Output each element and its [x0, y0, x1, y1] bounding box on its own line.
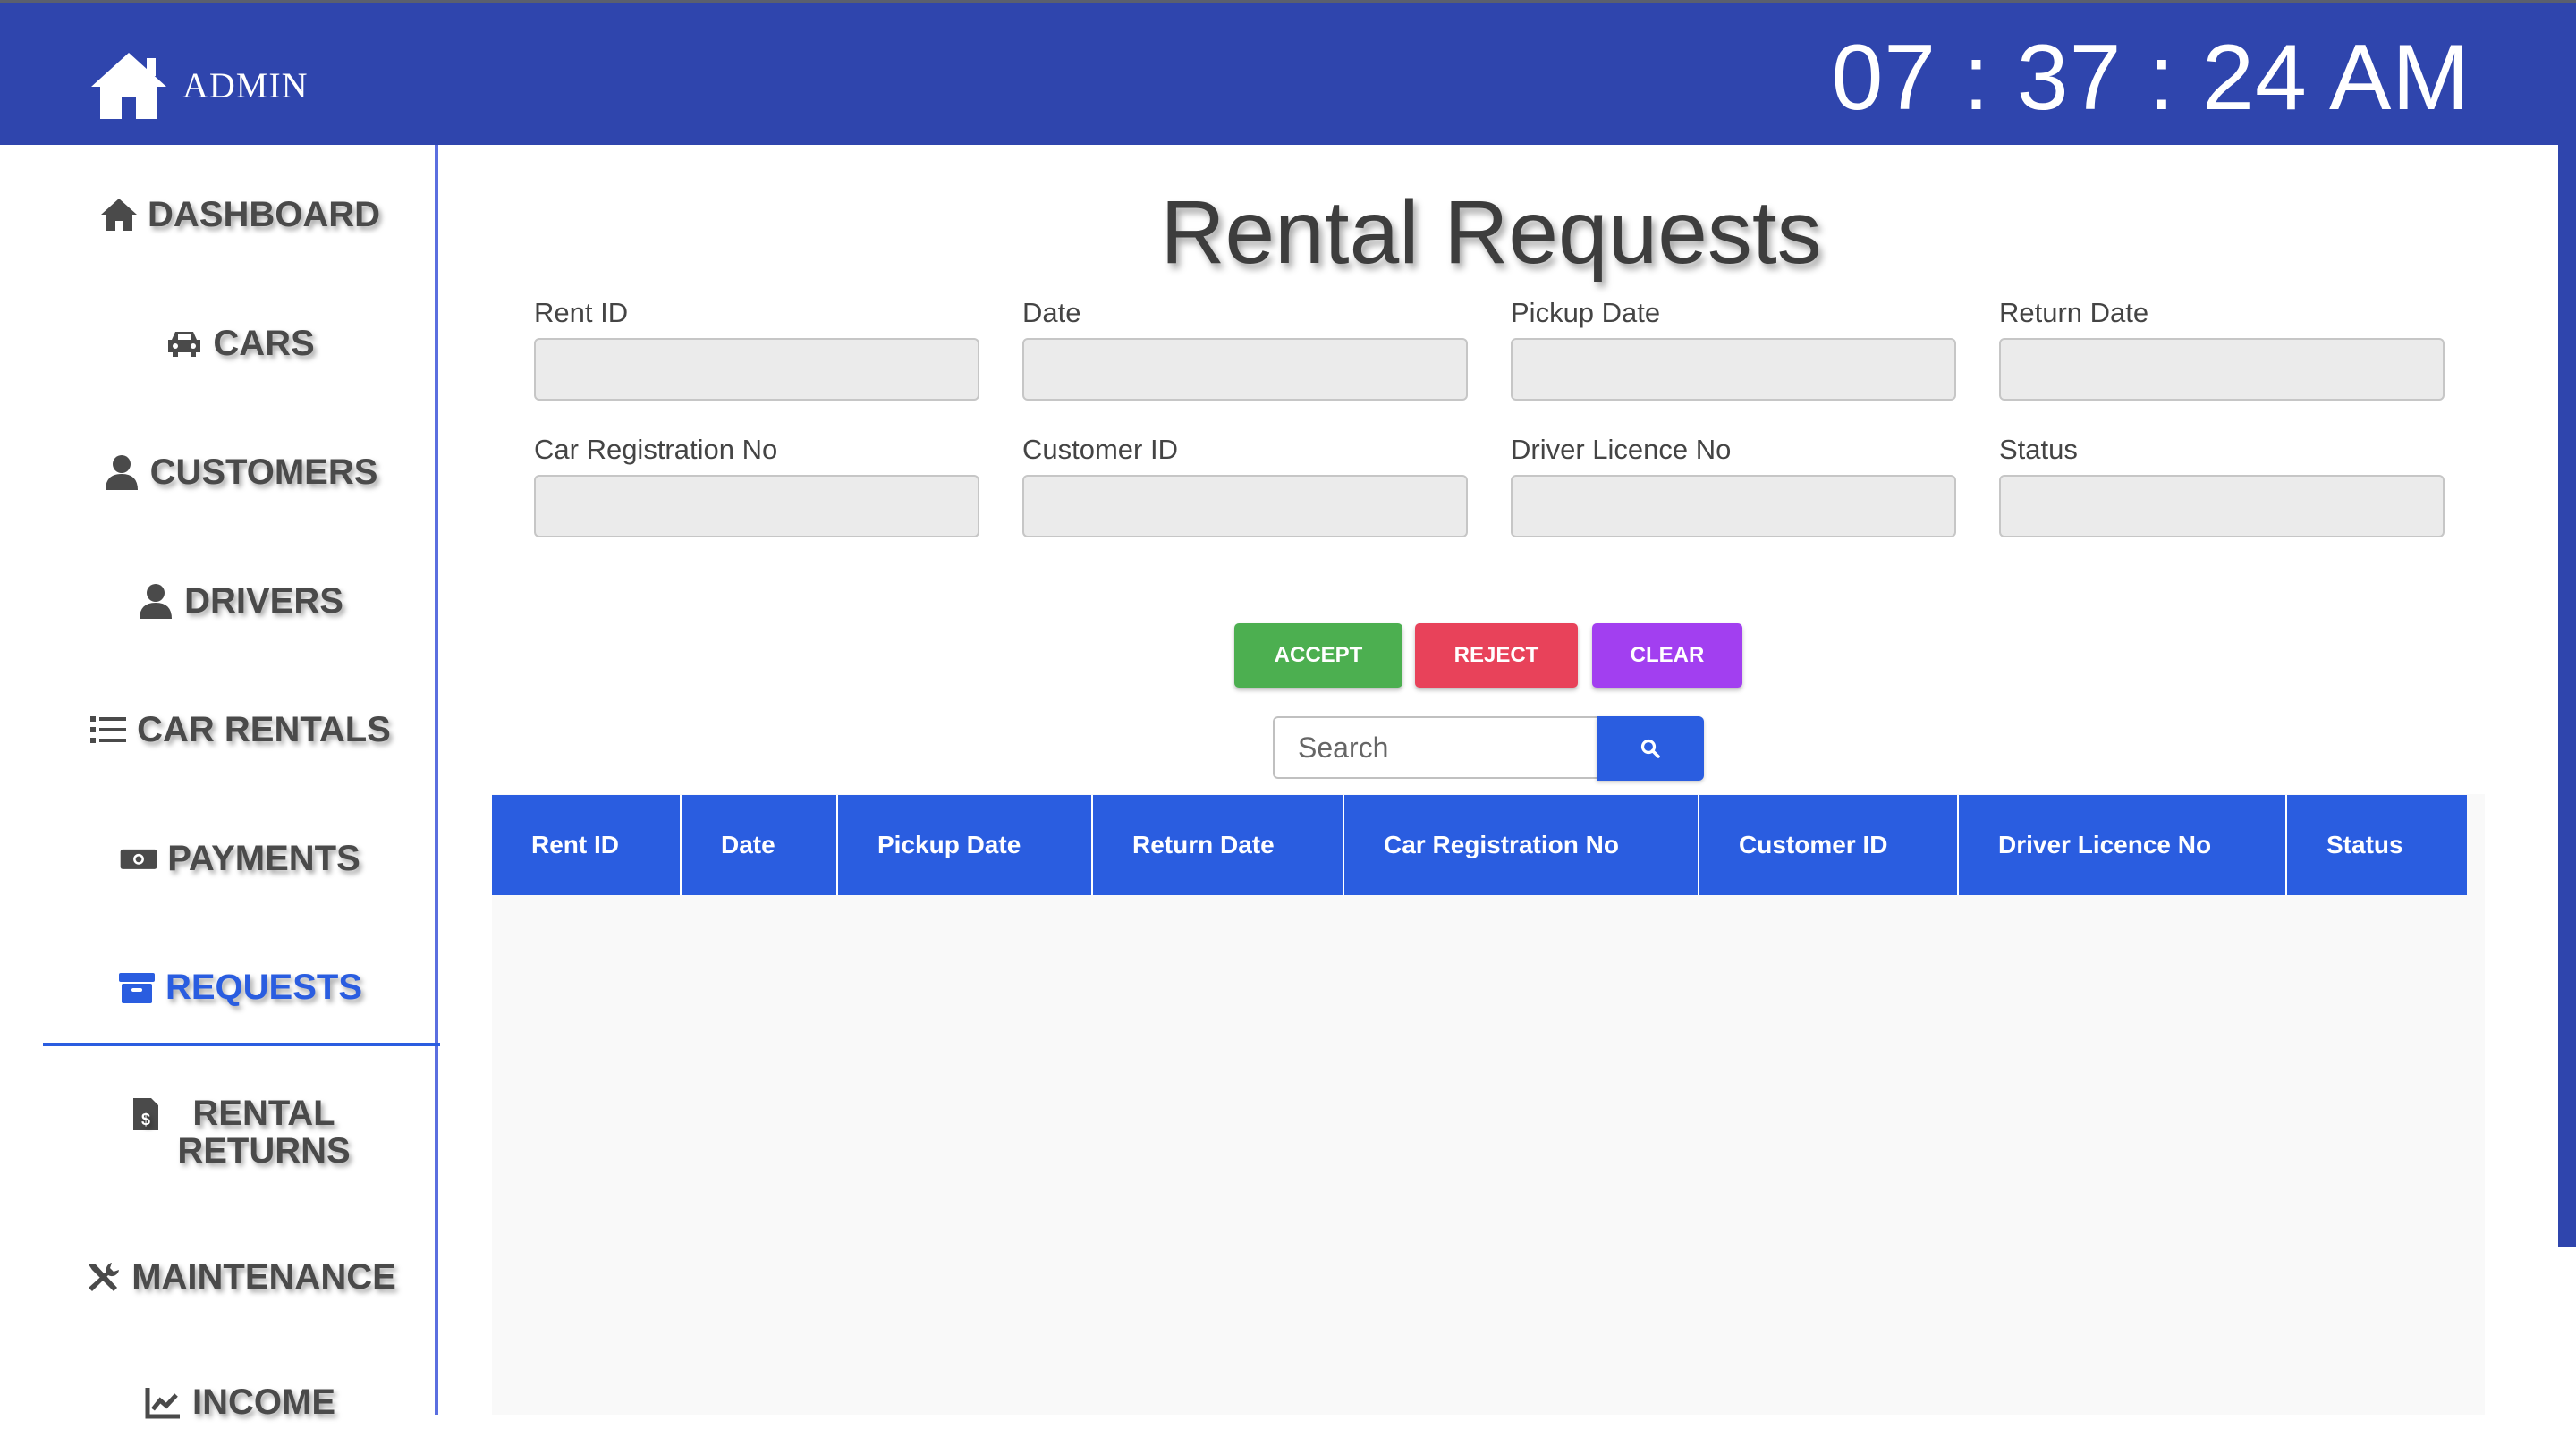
brand[interactable]: ADMIN [88, 49, 309, 121]
column-header-customer-id[interactable]: Customer ID [1699, 795, 1959, 895]
user-icon [105, 455, 138, 490]
clock: 07 : 37 : 24 AM [1831, 26, 2470, 130]
sidebar-item-label: PAYMENTS [167, 839, 360, 878]
sidebar-item-label: CUSTOMERS [149, 452, 378, 492]
clear-button[interactable]: CLEAR [1592, 623, 1742, 688]
sidebar-item-label: CAR RENTALS [137, 710, 391, 749]
column-header-return-date[interactable]: Return Date [1093, 795, 1344, 895]
sidebar-item-label: CARS [213, 324, 315, 363]
sidebar-item-cars[interactable]: CARS [43, 317, 436, 370]
driver-licence-no-label: Driver Licence No [1511, 434, 1732, 465]
status-label: Status [1999, 434, 2078, 465]
date-field[interactable] [1022, 338, 1468, 401]
customer-id-field[interactable] [1022, 475, 1468, 537]
main-content: Rental Requests Rent ID Date Pickup Date… [442, 145, 2556, 1415]
user-icon [140, 584, 173, 619]
sidebar-item-label: REQUESTS [165, 968, 363, 1007]
pickup-date-label: Pickup Date [1511, 297, 1661, 328]
search-icon [1640, 739, 1660, 758]
list-icon [90, 716, 127, 743]
car-registration-no-field[interactable] [534, 475, 979, 537]
sidebar-item-payments[interactable]: PAYMENTS [43, 832, 436, 885]
rent-id-field[interactable] [534, 338, 979, 401]
home-icon [101, 199, 137, 231]
scrollbar-thumb[interactable] [2558, 145, 2576, 1247]
date-label: Date [1022, 297, 1081, 328]
archive-icon [118, 973, 155, 1003]
car-registration-no-label: Car Registration No [534, 434, 778, 465]
search-button[interactable] [1597, 716, 1704, 781]
return-date-label: Return Date [1999, 297, 2149, 328]
sidebar-item-car-rentals[interactable]: CAR RENTALS [43, 703, 436, 757]
pickup-date-field[interactable] [1511, 338, 1956, 401]
column-header-rent-id[interactable]: Rent ID [492, 795, 682, 895]
table-header: Rent ID Date Pickup Date Return Date Car… [492, 795, 2467, 895]
sidebar-item-dashboard[interactable]: DASHBOARD [43, 188, 436, 241]
money-icon [120, 849, 157, 869]
sidebar-item-label: MAINTENANCE [131, 1257, 396, 1297]
sidebar-item-label: DASHBOARD [148, 195, 380, 234]
sidebar-item-label: RENTAL RETURNS [177, 1094, 351, 1171]
accept-button[interactable]: ACCEPT [1234, 623, 1402, 688]
svg-text:$: $ [141, 1111, 150, 1129]
reject-button[interactable]: REJECT [1415, 623, 1578, 688]
car-icon [168, 332, 201, 357]
rent-id-label: Rent ID [534, 297, 629, 328]
return-date-field[interactable] [1999, 338, 2445, 401]
page-title: Rental Requests [1160, 182, 1822, 283]
search-input[interactable] [1273, 716, 1597, 779]
sidebar-item-drivers[interactable]: DRIVERS [43, 574, 436, 628]
sidebar: DASHBOARD CARS CUSTOMERS DRIVERS CAR REN… [0, 145, 440, 1421]
brand-label: ADMIN [182, 64, 309, 106]
column-header-car-registration-no[interactable]: Car Registration No [1344, 795, 1699, 895]
sidebar-item-label: INCOME [192, 1382, 335, 1422]
top-bar: ADMIN 07 : 37 : 24 AM [0, 0, 2576, 145]
column-header-date[interactable]: Date [682, 795, 838, 895]
column-header-driver-licence-no[interactable]: Driver Licence No [1959, 795, 2287, 895]
sidebar-item-income[interactable]: INCOME [43, 1375, 436, 1429]
sidebar-item-label: DRIVERS [184, 581, 343, 621]
home-icon [91, 53, 166, 119]
driver-licence-no-field[interactable] [1511, 475, 1956, 537]
sidebar-item-rental-returns[interactable]: $ RENTAL RETURNS [43, 1087, 436, 1177]
customer-id-label: Customer ID [1022, 434, 1178, 465]
chart-icon [145, 1388, 180, 1419]
sidebar-item-maintenance[interactable]: MAINTENANCE [43, 1250, 436, 1304]
column-header-status[interactable]: Status [2287, 795, 2467, 895]
tools-icon [89, 1263, 120, 1291]
column-header-pickup-date[interactable]: Pickup Date [838, 795, 1093, 895]
sidebar-item-customers[interactable]: CUSTOMERS [43, 445, 436, 499]
invoice-icon: $ [133, 1098, 158, 1130]
sidebar-item-requests[interactable]: REQUESTS [43, 960, 440, 1046]
status-field[interactable] [1999, 475, 2445, 537]
